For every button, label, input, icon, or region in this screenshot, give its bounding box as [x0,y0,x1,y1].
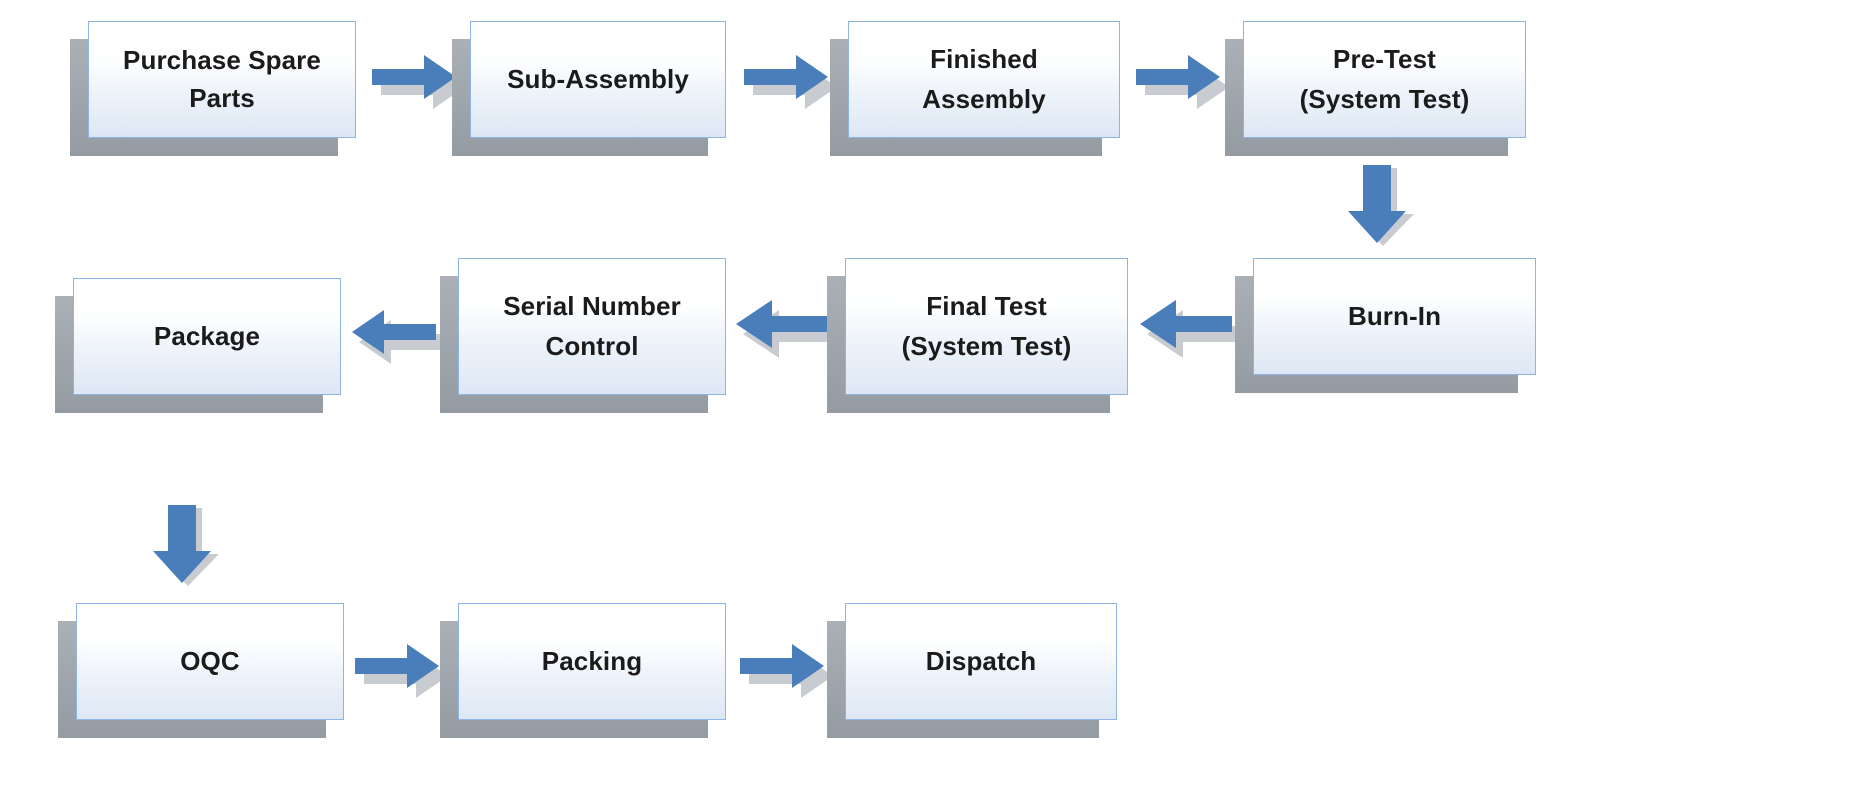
arrow-left-finaltest-to-serialnumber [736,300,836,358]
node-label-line2: Parts [189,82,255,113]
arrow-right-finished-to-pretest [1136,55,1229,109]
node-label-line1: Package [153,320,261,351]
node-face: Package [73,278,341,395]
node-face: Sub-Assembly [470,21,726,138]
node-pre-test[interactable]: Pre-Test (System Test) [1225,21,1526,156]
node-finished-assembly[interactable]: Finished Assembly [830,21,1120,156]
node-label-line1: Sub-Assembly [507,63,689,94]
node-packing[interactable]: Packing [440,603,726,738]
node-label-line2: (System Test) [1299,83,1470,114]
node-label-line2: Control [545,330,639,361]
node-label-line1: Purchase Spare [123,44,321,75]
node-label-line1: Final Test [926,290,1047,321]
node-face: Packing [458,603,726,720]
node-face: Dispatch [845,603,1117,720]
node-label-line1: Burn-In [1347,300,1442,331]
node-label-line1: OQC [180,645,240,676]
node-serial-number-control[interactable]: Serial Number Control [440,258,726,413]
node-label-line1: Packing [541,645,643,676]
node-sub-assembly[interactable]: Sub-Assembly [452,21,726,156]
node-burn-in[interactable]: Burn-In [1235,258,1536,393]
node-face: Final Test (System Test) [845,258,1128,395]
arrow-right-oqc-to-packing [355,644,448,698]
node-face: Purchase Spare Parts [88,21,356,138]
arrow-right-packing-to-dispatch [740,644,833,698]
flowchart-canvas: Purchase Spare Parts Sub-Assembly Finish… [0,0,1874,805]
node-label-line2: (System Test) [901,330,1072,361]
arrow-right-subassembly-to-finished [744,55,837,109]
arrow-right-purchase-to-subassembly [372,55,465,109]
node-label-line2: Assembly [922,83,1046,114]
node-face: Pre-Test (System Test) [1243,21,1526,138]
arrow-down-pretest-to-burnin [1348,165,1420,247]
node-purchase-spare-parts[interactable]: Purchase Spare Parts [70,21,356,156]
node-face: Burn-In [1253,258,1536,375]
node-face: OQC [76,603,344,720]
node-dispatch[interactable]: Dispatch [827,603,1117,738]
node-label-line1: Serial Number [503,290,681,321]
node-final-test[interactable]: Final Test (System Test) [827,258,1128,413]
node-label-line1: Pre-Test [1333,43,1436,74]
node-face: Finished Assembly [848,21,1120,138]
node-package[interactable]: Package [55,278,341,413]
node-label-line1: Finished [930,43,1038,74]
node-face: Serial Number Control [458,258,726,395]
node-oqc[interactable]: OQC [58,603,344,738]
arrow-left-burnin-to-finaltest [1140,300,1240,358]
arrow-down-package-to-oqc [153,505,225,587]
arrow-left-serialnumber-to-package [352,310,444,364]
node-label-line1: Dispatch [925,645,1037,676]
